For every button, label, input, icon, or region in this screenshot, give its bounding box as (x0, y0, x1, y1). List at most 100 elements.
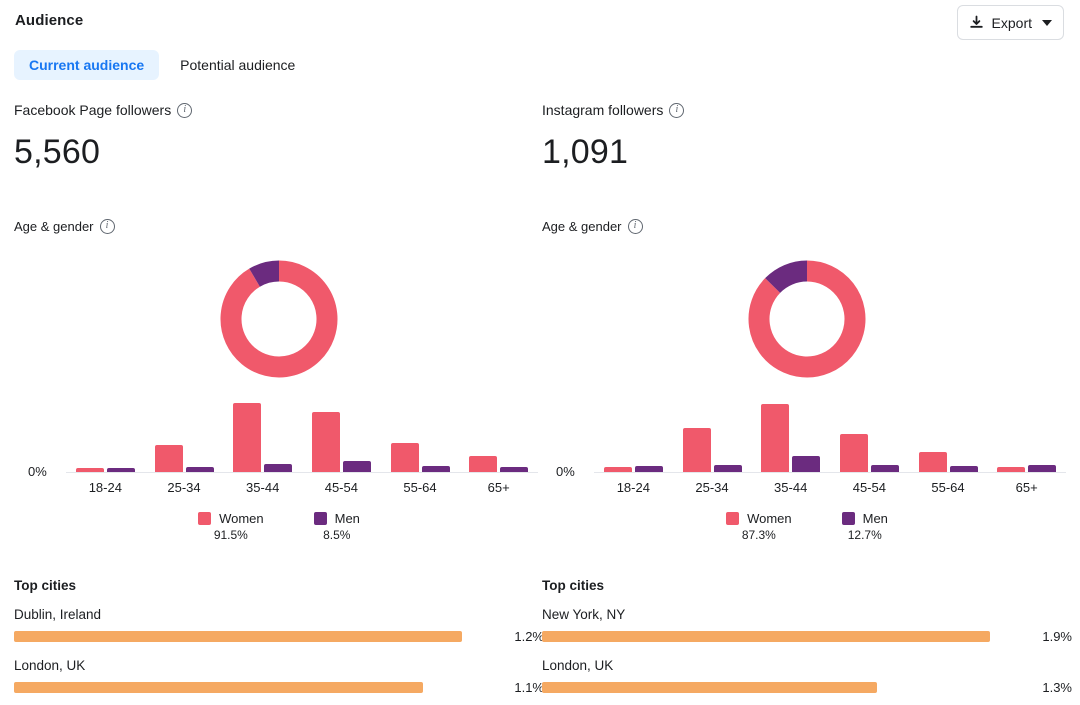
bar-men-45-54[interactable] (342, 460, 371, 472)
city-name: New York, NY (542, 607, 626, 622)
x-axis-label-45-54: 45-54 (852, 480, 886, 495)
city-name: London, UK (542, 658, 614, 673)
bar-women-35-44[interactable] (761, 404, 790, 472)
facebook-panel: Facebook Page followers i 5,560 Age & ge… (14, 100, 544, 542)
instagram-axis-line (594, 472, 1066, 473)
bar-women-45-54[interactable] (311, 412, 340, 472)
city-bar-track (542, 631, 1034, 642)
x-axis-label-65+: 65+ (1015, 480, 1038, 495)
bar-women-18-24[interactable] (75, 468, 104, 472)
bar-group-35-44 (751, 404, 830, 472)
bar-group-35-44 (223, 402, 302, 472)
bar-women-25-34[interactable] (682, 428, 711, 472)
legend-item-women: Women 87.3% (726, 511, 792, 542)
top-cities-title: Top cities (542, 578, 605, 593)
facebook-age-gender-bar-chart: 0% 18-24 25-34 35-44 45-54 55-64 65+ (14, 397, 544, 505)
city-bar-fill (542, 682, 877, 693)
top-cities-title: Top cities (14, 578, 77, 593)
donut-segment-women[interactable] (220, 260, 338, 377)
city-percent: 1.9% (1042, 629, 1072, 644)
bar-men-55-64[interactable] (421, 466, 450, 472)
x-axis-label-65+: 65+ (487, 480, 510, 495)
instagram-panel: Instagram followers i 1,091 Age & gender… (542, 100, 1072, 542)
legend-item-men: Men 12.7% (841, 511, 888, 542)
x-axis-label-35-44: 35-44 (774, 480, 808, 495)
city-name: London, UK (14, 658, 86, 673)
instagram-followers-label: Instagram followers i (542, 100, 1072, 120)
bar-men-25-34[interactable] (185, 467, 214, 472)
legend-pct-women: 91.5% (213, 528, 248, 542)
bar-women-55-64[interactable] (918, 452, 947, 472)
bar-men-35-44[interactable] (792, 455, 821, 472)
audience-tabs: Current audience Potential audience (14, 50, 310, 80)
x-axis-label-55-64: 55-64 (931, 480, 965, 495)
legend-pct-women: 87.3% (741, 528, 776, 542)
instagram-donut-chart (542, 246, 1072, 391)
donut-svg (748, 260, 866, 377)
facebook-legend: Women 91.5% Men 8.5% (14, 511, 544, 542)
bar-women-65+[interactable] (997, 467, 1026, 472)
info-icon[interactable]: i (669, 102, 685, 118)
city-percent: 1.2% (514, 629, 544, 644)
x-axis-label-18-24: 18-24 (616, 480, 650, 495)
page-header: Audience Export (0, 0, 1080, 46)
info-icon[interactable]: i (99, 219, 115, 234)
bar-group-45-54 (830, 434, 909, 472)
facebook-followers-value: 5,560 (14, 133, 101, 171)
bar-men-45-54[interactable] (870, 465, 899, 472)
bar-women-35-44[interactable] (233, 402, 262, 472)
bar-men-55-64[interactable] (949, 466, 978, 472)
city-row: Dublin, Ireland 1.2% (14, 607, 544, 644)
bar-men-18-24[interactable] (634, 466, 663, 472)
legend-label-women: Women (747, 511, 792, 526)
donut-svg (220, 260, 338, 377)
tab-current-audience[interactable]: Current audience (14, 50, 160, 80)
donut-segment-men[interactable] (765, 260, 808, 293)
x-axis-label-55-64: 55-64 (403, 480, 437, 495)
tab-potential-audience[interactable]: Potential audience (165, 50, 310, 80)
city-bar-fill (14, 631, 463, 642)
x-axis-label-25-34: 25-34 (695, 480, 729, 495)
facebook-bars (66, 398, 538, 472)
bar-women-55-64[interactable] (390, 443, 419, 472)
info-icon[interactable]: i (627, 219, 643, 234)
facebook-axis-zero-label: 0% (28, 464, 47, 479)
legend-pct-men: 12.7% (847, 528, 882, 542)
bar-men-25-34[interactable] (713, 465, 742, 472)
page-title: Audience (15, 12, 84, 29)
instagram-axis-zero-label: 0% (556, 464, 575, 479)
facebook-axis-line (66, 472, 538, 473)
city-percent: 1.3% (1042, 680, 1072, 695)
bar-men-18-24[interactable] (106, 468, 135, 472)
legend-label-men: Men (334, 511, 360, 526)
x-axis-label-18-24: 18-24 (88, 480, 122, 495)
bar-men-35-44[interactable] (264, 464, 293, 472)
instagram-followers-label-text: Instagram followers (542, 102, 664, 118)
city-bar-fill (542, 631, 991, 642)
instagram-x-axis-labels: 18-24 25-34 35-44 45-54 55-64 65+ (594, 480, 1066, 495)
facebook-age-gender-title: Age & gender i (14, 219, 544, 234)
export-button[interactable]: Export (956, 5, 1064, 40)
x-axis-label-35-44: 35-44 (246, 480, 280, 495)
donut-segment-men[interactable] (249, 260, 280, 287)
bar-women-65+[interactable] (469, 455, 498, 472)
legend-swatch-men (841, 512, 855, 525)
bar-women-25-34[interactable] (154, 444, 183, 472)
instagram-age-gender-title: Age & gender i (542, 219, 1072, 234)
bar-group-65+ (459, 455, 538, 472)
info-icon[interactable]: i (177, 102, 193, 118)
city-bar-fill (14, 682, 423, 693)
city-percent: 1.1% (514, 680, 544, 695)
facebook-top-cities: Top cities Dublin, Ireland 1.2% London, … (14, 578, 544, 695)
bar-group-45-54 (302, 412, 381, 472)
bar-men-65+[interactable] (500, 467, 529, 472)
legend-item-men: Men 8.5% (313, 511, 360, 542)
bar-men-65+[interactable] (1028, 465, 1057, 472)
bar-women-45-54[interactable] (839, 434, 868, 472)
facebook-donut-chart (14, 246, 544, 391)
bar-women-18-24[interactable] (603, 467, 632, 472)
city-row: London, UK 1.1% (14, 658, 544, 695)
instagram-age-gender-bar-chart: 0% 18-24 25-34 35-44 45-54 55-64 65+ (542, 397, 1072, 505)
facebook-followers-label: Facebook Page followers i (14, 100, 544, 120)
instagram-bars (594, 398, 1066, 472)
